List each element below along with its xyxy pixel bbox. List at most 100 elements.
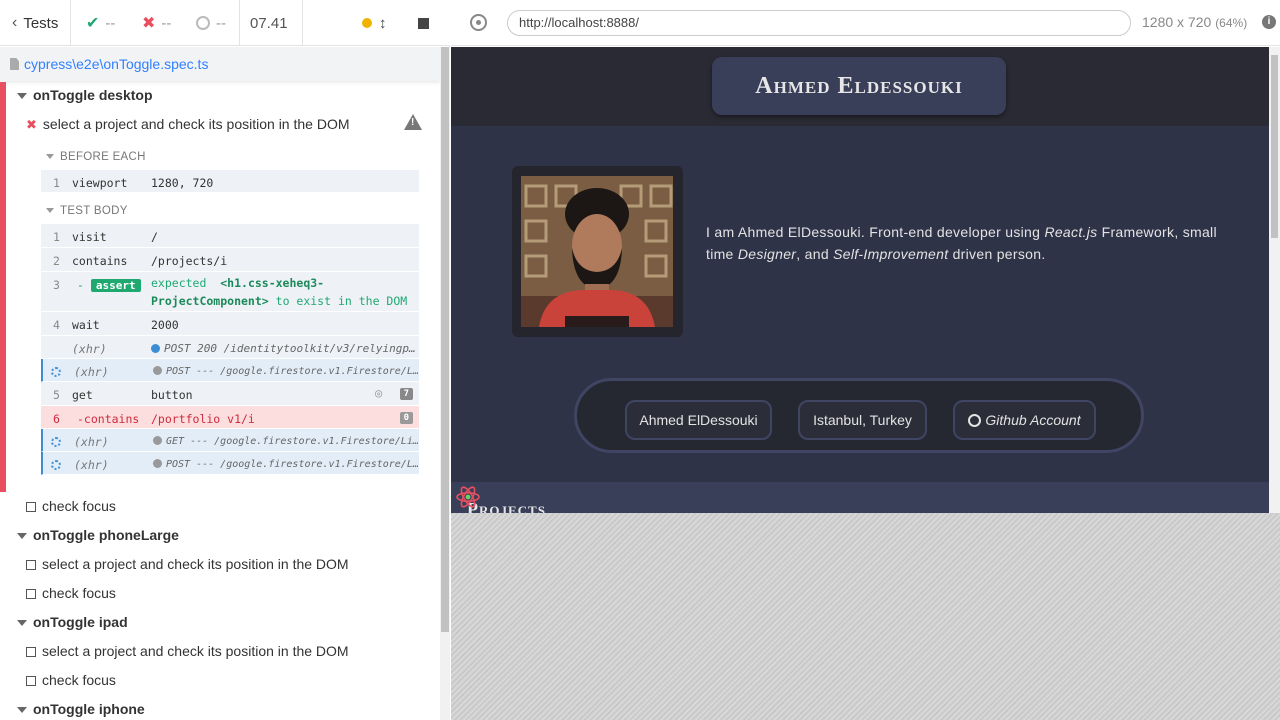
spinner-icon <box>51 437 61 447</box>
command-number: 5 <box>53 388 60 402</box>
xhr-row-pending[interactable]: (xhr) POST --- /google.firestore.v1.Fire… <box>41 359 419 382</box>
xhr-message: POST --- /google.firestore.v1.Firestore/… <box>153 459 419 470</box>
github-link-button[interactable]: Github Account <box>953 400 1096 440</box>
test-select-project[interactable]: select a project and check its position … <box>26 643 349 659</box>
viewport-size: 1280 x 720 <box>1142 14 1212 30</box>
links-container: Ahmed ElDessouki Istanbul, Turkey Github… <box>574 378 1144 453</box>
command-row-failed[interactable]: 6 -contains /portfolio v1/i 0 <box>41 406 419 429</box>
assert-badge: assert <box>90 279 141 292</box>
command-row[interactable]: 1 visit / <box>41 224 419 248</box>
test-title: check focus <box>42 585 116 601</box>
xhr-message-text: GET --- /google.firestore.v1.Firestore/L… <box>166 436 419 447</box>
back-to-tests-button[interactable]: ‹ Tests <box>12 0 58 46</box>
pending-test-icon <box>26 647 36 657</box>
site-title: Ahmed Eldessouki <box>712 57 1006 115</box>
test-title: select a project and check its position … <box>42 116 350 132</box>
command-name: viewport <box>72 176 128 190</box>
assert-message: expected <h1.css-xeheq3- ProjectComponent… <box>151 274 411 310</box>
site-header: Ahmed Eldessouki <box>451 47 1269 126</box>
command-number: 1 <box>53 176 60 190</box>
suite-title: onToggle iphone <box>33 701 145 717</box>
xhr-row[interactable]: (xhr) POST 200 /identitytoolkit/v3/relyi… <box>41 336 419 359</box>
suite-ipad[interactable]: onToggle ipad <box>17 614 128 630</box>
command-number: 4 <box>53 318 60 332</box>
assert-expected: expected <box>151 276 207 290</box>
running-indicator <box>362 0 372 46</box>
info-icon[interactable]: i <box>1262 15 1276 29</box>
command-message: 2000 <box>151 318 179 332</box>
runnables-list: onToggle desktop ✖ select a project and c… <box>0 82 440 720</box>
spec-file-bar: cypress\e2e\onToggle.spec.ts <box>0 47 440 81</box>
command-name: contains <box>72 254 128 268</box>
command-row[interactable]: 2 contains /projects/i <box>41 248 419 272</box>
element-count-badge: 0 <box>399 412 413 424</box>
test-select-project[interactable]: select a project and check its position … <box>26 556 349 572</box>
test-check-focus[interactable]: check focus <box>26 585 116 601</box>
suite-desktop[interactable]: onToggle desktop <box>17 87 153 103</box>
status-dot-icon <box>153 459 162 468</box>
suite-iphone[interactable]: onToggle iphone <box>17 701 145 717</box>
auto-scroll-icon[interactable]: ↕ <box>379 0 387 46</box>
url-bar[interactable]: http://localhost:8888/ <box>507 10 1131 36</box>
command-name: -contains <box>77 412 140 426</box>
aut-empty-area <box>451 513 1280 720</box>
xhr-message-text: POST --- /google.firestore.v1.Firestore/… <box>166 366 419 377</box>
name-link-button[interactable]: Ahmed ElDessouki <box>625 400 772 440</box>
assert-subject-cont: ProjectComponent> <box>151 294 269 308</box>
intro-text-4: driven person. <box>948 246 1046 262</box>
test-check-focus[interactable]: check focus <box>26 498 116 514</box>
pending-test-icon <box>26 560 36 570</box>
suite-phonelarge[interactable]: onToggle phoneLarge <box>17 527 179 543</box>
status-dot-icon <box>153 436 162 445</box>
xhr-row-pending[interactable]: (xhr) POST --- /google.firestore.v1.Fire… <box>41 452 419 475</box>
xhr-message: GET --- /google.firestore.v1.Firestore/L… <box>153 436 419 447</box>
stop-icon <box>418 17 429 29</box>
scrollbar-thumb[interactable] <box>441 47 449 632</box>
profile-photo <box>521 176 673 327</box>
check-icon: ✔ <box>86 15 100 32</box>
warning-icon[interactable]: ! <box>404 114 422 130</box>
test-check-focus[interactable]: check focus <box>26 672 116 688</box>
spinner-icon <box>51 460 61 470</box>
suite-title: onToggle ipad <box>33 614 128 630</box>
command-number: 3 <box>53 278 60 292</box>
location-link-button[interactable]: Istanbul, Turkey <box>798 400 927 440</box>
stop-button[interactable] <box>418 0 429 46</box>
xhr-label: (xhr) <box>74 458 109 472</box>
pending-circle-icon <box>196 16 210 30</box>
assert-tail: to exist in the DOM <box>275 294 408 308</box>
reporter-scrollbar[interactable] <box>440 47 450 720</box>
test-title: check focus <box>42 498 116 514</box>
command-name: wait <box>72 318 100 332</box>
react-logo-icon <box>456 486 480 508</box>
xhr-label: (xhr) <box>72 342 107 356</box>
github-icon <box>968 413 982 427</box>
assert-command: - assert <box>77 278 141 292</box>
assert-subject: <h1.css-xeheq3- <box>220 276 325 290</box>
failed-count: ✖ -- <box>142 0 171 46</box>
test-body-header[interactable]: TEST BODY <box>46 205 128 217</box>
command-name: get <box>72 388 93 402</box>
before-each-header[interactable]: BEFORE EACH <box>46 151 146 163</box>
spec-file-link[interactable]: cypress\e2e\onToggle.spec.ts <box>24 56 208 72</box>
intro-react: React.js <box>1044 224 1098 240</box>
viewport-scale: (64%) <box>1215 16 1248 30</box>
file-icon <box>10 58 19 70</box>
intro-paragraph: I am Ahmed ElDessouki. Front-end develop… <box>706 221 1226 265</box>
command-name: visit <box>72 230 107 244</box>
element-count-badge: 7 <box>399 388 413 400</box>
scrollbar-thumb[interactable] <box>1271 55 1278 238</box>
profile-card <box>512 166 683 337</box>
aut-scrollbar[interactable] <box>1269 47 1280 513</box>
selector-playground-icon[interactable] <box>470 14 487 31</box>
command-message: /projects/i <box>151 254 228 268</box>
command-row[interactable]: 5 get button ◎ 7 <box>41 382 419 406</box>
xhr-row-pending[interactable]: (xhr) GET --- /google.firestore.v1.Fires… <box>41 429 419 452</box>
command-row[interactable]: 4 wait 2000 <box>41 312 419 336</box>
command-row[interactable]: 1 viewport 1280, 720 <box>41 170 419 193</box>
command-number: 6 <box>53 412 60 426</box>
test-failed-select-project[interactable]: ✖ select a project and check its position… <box>26 116 426 133</box>
command-row-assert[interactable]: 3 - assert expected <h1.css-xeheq3- Proje… <box>41 272 419 312</box>
intro-self-improvement: Self-Improvement <box>833 246 949 262</box>
command-message: button <box>151 388 193 402</box>
